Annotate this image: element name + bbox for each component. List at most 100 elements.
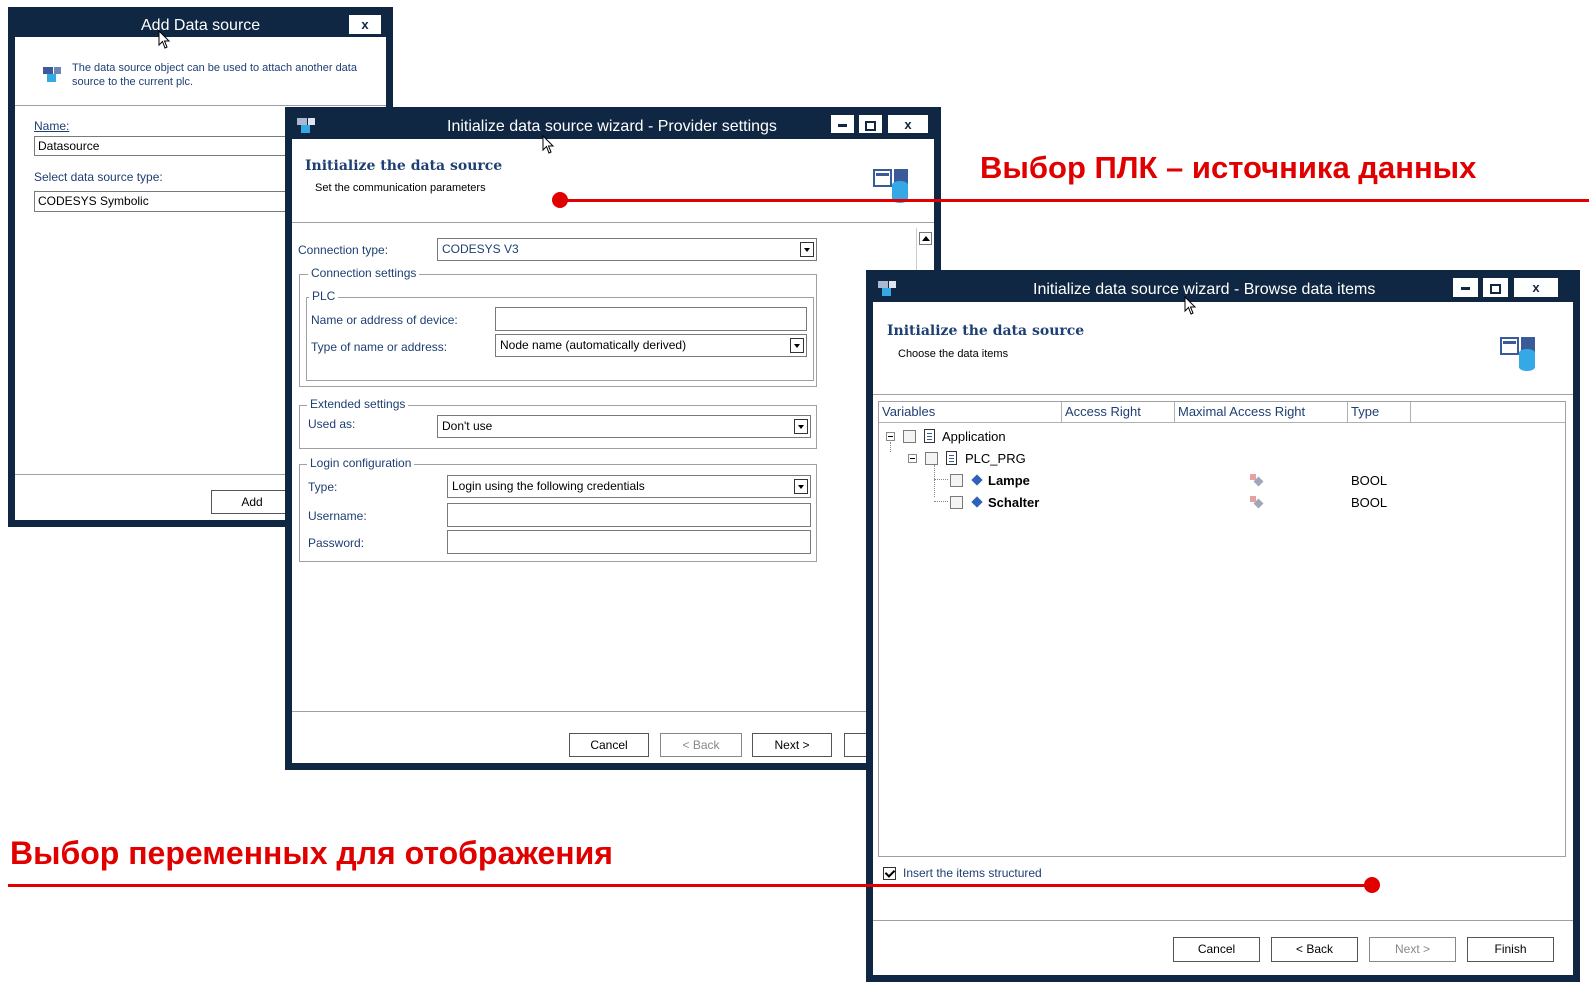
maximize-icon <box>865 120 876 131</box>
document-icon <box>924 429 935 443</box>
variables-tree-table: Variables Access Right Maximal Access Ri… <box>878 401 1566 857</box>
data-source-icon <box>43 67 61 82</box>
tree-line <box>934 465 936 497</box>
username-field[interactable] <box>447 503 811 527</box>
cancel-button[interactable]: Cancel <box>569 733 649 757</box>
minimize-button[interactable] <box>830 114 855 134</box>
checkbox-plc-prg[interactable] <box>925 452 938 465</box>
close-button[interactable]: x <box>1513 277 1559 298</box>
back-button[interactable]: < Back <box>660 733 742 757</box>
maximize-button[interactable] <box>858 114 883 134</box>
used-as-select[interactable]: Don't use <box>437 415 811 438</box>
minimize-icon <box>838 124 847 128</box>
table-header: Variables Access Right Maximal Access Ri… <box>879 402 1565 423</box>
tree-item-application[interactable]: Application <box>942 429 1006 444</box>
connection-type-value: CODESYS V3 <box>442 242 519 256</box>
header-title: Initialize the data source <box>887 323 1085 339</box>
annotation-dot-variables <box>1364 877 1380 893</box>
provider-settings-wizard: Initialize data source wizard - Provider… <box>285 107 941 770</box>
mouse-cursor-icon <box>542 135 555 154</box>
app-icon <box>878 281 896 296</box>
connection-type-select[interactable]: CODESYS V3 <box>437 238 817 261</box>
tree-line <box>934 501 948 503</box>
variable-icon <box>971 474 983 486</box>
address-type-value: Node name (automatically derived) <box>500 338 687 352</box>
checkmark-icon <box>884 867 896 878</box>
add-button[interactable]: Add <box>211 490 293 514</box>
close-icon: x <box>361 17 369 32</box>
plc-group-title: PLC <box>309 289 339 303</box>
add-dialog-titlebar: Add Data source x <box>15 14 386 37</box>
collapse-toggle[interactable] <box>886 432 895 441</box>
checkbox-application[interactable] <box>903 430 916 443</box>
connection-type-label: Connection type: <box>298 243 389 257</box>
username-label: Username: <box>308 509 367 523</box>
checkbox-lampe[interactable] <box>950 474 963 487</box>
annotation-variables: Выбор переменных для отображения <box>10 835 613 871</box>
login-type-value: Login using the following credentials <box>452 479 645 493</box>
divider <box>15 105 386 106</box>
tree-item-lampe[interactable]: Lampe <box>988 473 1030 488</box>
back-button[interactable]: < Back <box>1271 937 1358 962</box>
minimize-icon <box>1461 287 1470 291</box>
collapse-toggle[interactable] <box>908 454 917 463</box>
header-divider <box>873 394 1573 395</box>
login-configuration-title: Login configuration <box>307 456 415 470</box>
close-button[interactable]: x <box>887 114 929 134</box>
header-subtitle: Set the communication parameters <box>315 182 486 194</box>
checkbox-schalter[interactable] <box>950 496 963 509</box>
browse-data-items-wizard: Initialize data source wizard - Browse d… <box>866 270 1580 982</box>
insert-structured-label[interactable]: Insert the items structured <box>903 866 1042 880</box>
annotation-line-plc <box>560 199 1589 202</box>
header-subtitle: Choose the data items <box>898 348 1009 360</box>
password-label: Password: <box>308 536 365 550</box>
annotation-plc-source: Выбор ПЛК – источника данных <box>980 150 1477 185</box>
document-icon <box>946 451 957 465</box>
maximize-icon <box>1490 283 1501 294</box>
login-type-select[interactable]: Login using the following credentials <box>447 475 811 498</box>
annotation-line-variables <box>8 884 1372 887</box>
schalter-type: BOOL <box>1351 495 1388 510</box>
tree-line <box>890 442 892 452</box>
password-field[interactable] <box>447 530 811 554</box>
add-dialog-description: The data source object can be used to at… <box>72 62 357 88</box>
column-access-right[interactable]: Access Right <box>1062 402 1175 422</box>
type-label: Select data source type: <box>34 170 163 184</box>
lampe-type: BOOL <box>1351 473 1388 488</box>
used-as-label: Used as: <box>308 417 356 431</box>
address-type-select[interactable]: Node name (automatically derived) <box>495 334 807 357</box>
cancel-button[interactable]: Cancel <box>1173 937 1260 962</box>
address-type-label: Type of name or address: <box>311 340 448 354</box>
scroll-up-arrow[interactable] <box>919 232 932 245</box>
footer-divider <box>873 920 1573 921</box>
tree-item-plc-prg[interactable]: PLC_PRG <box>965 451 1026 466</box>
mouse-cursor-icon <box>158 30 171 49</box>
chevron-down-icon[interactable] <box>800 242 814 257</box>
connection-settings-title: Connection settings <box>308 266 420 280</box>
insert-structured-checkbox[interactable] <box>883 867 896 880</box>
column-type[interactable]: Type <box>1348 402 1411 422</box>
close-icon: x <box>1532 280 1540 295</box>
chevron-down-icon[interactable] <box>794 419 808 434</box>
chevron-down-icon[interactable] <box>790 338 804 353</box>
read-write-icon <box>1250 496 1264 509</box>
maximize-button[interactable] <box>1482 277 1509 298</box>
tree-item-schalter[interactable]: Schalter <box>988 495 1039 510</box>
next-button[interactable]: Next > <box>752 733 832 757</box>
column-variables[interactable]: Variables <box>879 402 1062 422</box>
close-icon: x <box>904 117 912 132</box>
minimize-button[interactable] <box>1452 277 1479 298</box>
provider-wizard-titlebar: Initialize data source wizard - Provider… <box>292 114 934 139</box>
chevron-down-icon[interactable] <box>794 479 808 494</box>
read-write-icon <box>1250 474 1264 487</box>
used-as-value: Don't use <box>442 419 493 433</box>
close-button[interactable]: x <box>348 14 382 35</box>
finish-button[interactable]: Finish <box>1467 937 1554 962</box>
mouse-cursor-icon <box>1184 296 1197 315</box>
tree-line <box>934 479 948 481</box>
device-address-field[interactable] <box>495 307 807 331</box>
footer-divider <box>292 711 934 712</box>
next-button[interactable]: Next > <box>1369 937 1456 962</box>
column-maximal-access-right[interactable]: Maximal Access Right <box>1175 402 1348 422</box>
app-icon <box>297 118 315 133</box>
